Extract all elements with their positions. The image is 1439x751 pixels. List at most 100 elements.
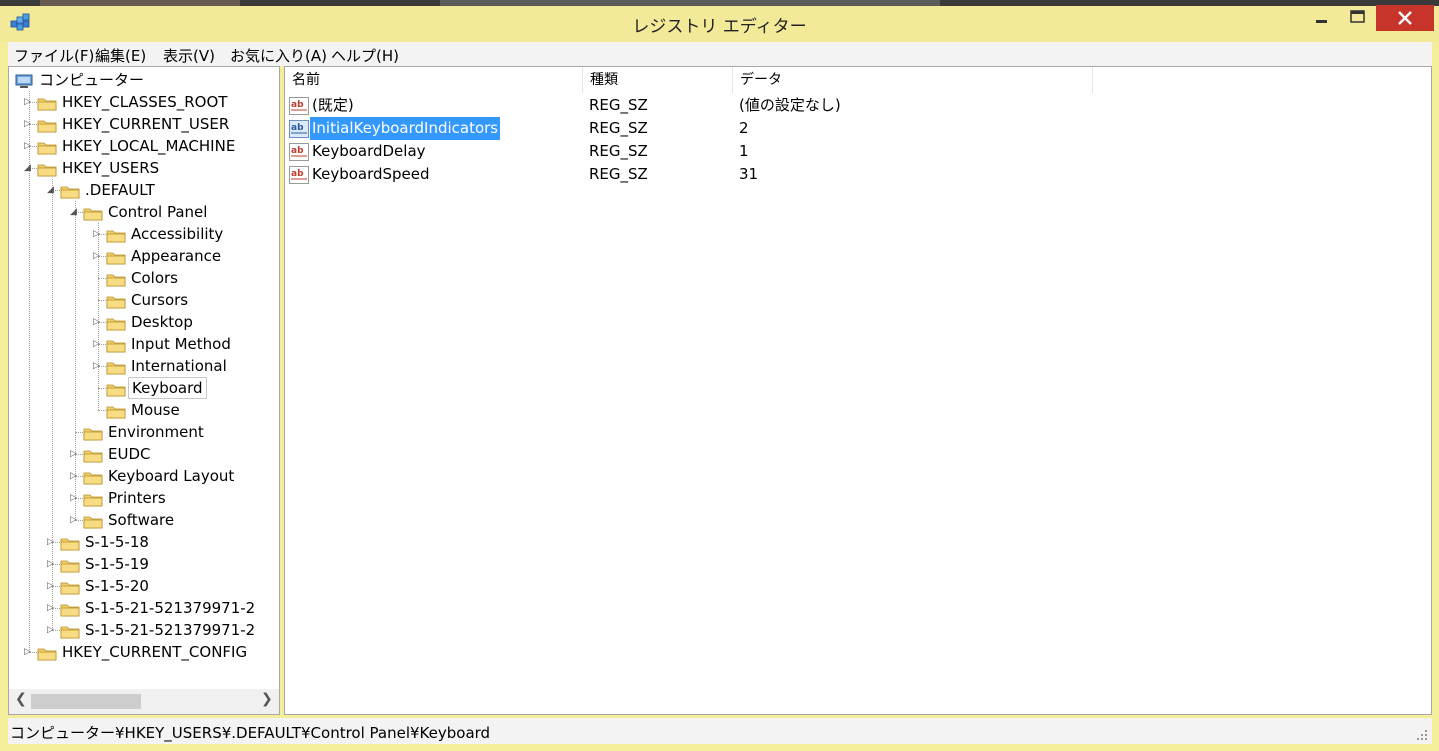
menu-bar: ファイル(F) 編集(E) 表示(V) お気に入り(A) ヘルプ(H) xyxy=(8,42,1432,66)
menu-favorites[interactable]: お気に入り(A) xyxy=(230,45,327,66)
collapsed-arrow-icon[interactable]: ▷ xyxy=(93,355,103,377)
menu-help[interactable]: ヘルプ(H) xyxy=(331,45,399,66)
collapsed-arrow-icon[interactable]: ▷ xyxy=(24,113,34,135)
value-type: REG_SZ xyxy=(589,165,648,183)
column-header-type[interactable]: 種類 xyxy=(583,67,733,93)
collapsed-arrow-icon[interactable]: ▷ xyxy=(47,597,57,619)
string-value-icon: ab xyxy=(289,120,309,138)
tree-node-label: Accessibility xyxy=(131,225,224,243)
key-tree-pane[interactable]: ◢ コンピューター ▷ HKEY_CLASSES_ROOT ▷ HKEY_CURRENT_… xyxy=(8,66,280,715)
menu-file[interactable]: ファイル(F) xyxy=(14,45,94,66)
menu-view[interactable]: 表示(V) xyxy=(163,45,215,66)
menu-edit[interactable]: 編集(E) xyxy=(95,45,146,66)
column-header-name[interactable]: 名前 xyxy=(285,67,583,93)
value-name: KeyboardSpeed xyxy=(312,165,430,183)
value-row[interactable]: ab (既定) REG_SZ (値の設定なし) xyxy=(285,94,1425,117)
value-row[interactable]: ab InitialKeyboardIndicators REG_SZ 2 xyxy=(285,117,1425,140)
collapsed-arrow-icon[interactable]: ▷ xyxy=(70,487,80,509)
close-button[interactable] xyxy=(1376,5,1434,31)
tree-node-label: Printers xyxy=(108,489,166,507)
folder-icon xyxy=(106,293,126,309)
scrollbar-thumb[interactable] xyxy=(31,694,141,709)
tree-node-label: HKEY_CURRENT_CONFIG xyxy=(62,643,248,661)
folder-icon xyxy=(83,491,103,507)
tree-node-label: Keyboard xyxy=(128,377,207,399)
tree-node-label: S-1-5-21-521379971-2 xyxy=(85,599,256,617)
background-window-strip xyxy=(0,0,1439,6)
collapsed-arrow-icon[interactable]: ▷ xyxy=(47,553,57,575)
tree-node-label: Input Method xyxy=(131,335,231,353)
value-row[interactable]: ab KeyboardDelay REG_SZ 1 xyxy=(285,140,1425,163)
folder-icon xyxy=(83,513,103,529)
folder-icon xyxy=(106,403,126,419)
collapsed-arrow-icon[interactable]: ▷ xyxy=(93,245,103,267)
tree-node-label: HKEY_CLASSES_ROOT xyxy=(62,93,228,111)
maximize-button[interactable] xyxy=(1340,5,1376,31)
value-data: 1 xyxy=(739,142,749,160)
window-title: レジストリ エディター xyxy=(632,17,807,37)
tree-node-label: HKEY_USERS xyxy=(62,159,160,177)
values-pane[interactable]: 名前 種類 データ ab (既定) REG_SZ (値の設定なし) ab InitialK… xyxy=(284,66,1432,715)
value-type: REG_SZ xyxy=(589,96,648,114)
expanded-arrow-icon[interactable]: ◢ xyxy=(24,157,34,179)
collapsed-arrow-icon[interactable]: ▷ xyxy=(47,575,57,597)
folder-icon xyxy=(60,557,80,573)
svg-text:ab: ab xyxy=(291,146,304,156)
background-window-blur xyxy=(40,0,240,6)
expanded-arrow-icon[interactable]: ◢ xyxy=(47,179,57,201)
value-data: 2 xyxy=(739,119,749,137)
horizontal-scrollbar[interactable]: ❮ ❯ xyxy=(9,689,279,714)
tree-node-label: Keyboard Layout xyxy=(108,467,235,485)
tree-node-label: .DEFAULT xyxy=(85,181,155,199)
value-name: InitialKeyboardIndicators xyxy=(310,117,501,140)
folder-icon xyxy=(37,645,57,661)
collapsed-arrow-icon[interactable]: ▷ xyxy=(47,531,57,553)
folder-icon xyxy=(83,469,103,485)
status-path: コンピューター¥HKEY_USERS¥.DEFAULT¥Control Pane… xyxy=(10,724,491,742)
folder-icon xyxy=(37,95,57,111)
collapsed-arrow-icon[interactable]: ▷ xyxy=(24,91,34,113)
tree-node-label: S-1-5-20 xyxy=(85,577,149,595)
tree-node-label: コンピューター xyxy=(39,71,145,89)
expanded-arrow-icon[interactable]: ◢ xyxy=(9,69,11,91)
expanded-arrow-icon[interactable]: ◢ xyxy=(70,201,80,223)
collapsed-arrow-icon[interactable]: ▷ xyxy=(93,311,103,333)
tree-node-label: Environment xyxy=(108,423,204,441)
tree-node-label: EUDC xyxy=(108,445,151,463)
resize-grip-icon[interactable] xyxy=(1416,729,1428,741)
svg-text:ab: ab xyxy=(291,169,304,179)
collapsed-arrow-icon[interactable]: ▷ xyxy=(24,641,34,663)
collapsed-arrow-icon[interactable]: ▷ xyxy=(70,509,80,531)
tree-node-label: S-1-5-21-521379971-2 xyxy=(85,621,256,639)
tree-node-label: Cursors xyxy=(131,291,189,309)
tree-node-label: HKEY_LOCAL_MACHINE xyxy=(62,137,236,155)
collapsed-arrow-icon[interactable]: ▷ xyxy=(93,333,103,355)
folder-icon xyxy=(106,315,126,331)
scroll-left-arrow-icon[interactable]: ❮ xyxy=(15,691,27,707)
minimize-button[interactable] xyxy=(1302,5,1342,31)
tree-node-label: S-1-5-19 xyxy=(85,555,149,573)
collapsed-arrow-icon[interactable]: ▷ xyxy=(70,465,80,487)
folder-icon xyxy=(60,601,80,617)
collapsed-arrow-icon[interactable]: ▷ xyxy=(24,135,34,157)
title-bar[interactable]: レジストリ エディター xyxy=(0,0,1439,42)
scroll-right-arrow-icon[interactable]: ❯ xyxy=(261,691,273,707)
folder-icon xyxy=(60,535,80,551)
svg-text:ab: ab xyxy=(291,123,304,133)
value-name: (既定) xyxy=(312,96,354,114)
collapsed-arrow-icon[interactable]: ▷ xyxy=(93,223,103,245)
folder-icon xyxy=(106,337,126,353)
collapsed-arrow-icon[interactable]: ▷ xyxy=(47,619,57,641)
tree-node-label: International xyxy=(131,357,227,375)
string-value-icon: ab xyxy=(289,166,309,184)
value-row[interactable]: ab KeyboardSpeed REG_SZ 31 xyxy=(285,163,1425,186)
folder-icon xyxy=(83,447,103,463)
tree-node-label: Control Panel xyxy=(108,203,208,221)
tree-node-label: S-1-5-18 xyxy=(85,533,149,551)
svg-text:ab: ab xyxy=(291,100,304,110)
folder-icon xyxy=(37,117,57,133)
column-header-data[interactable]: データ xyxy=(733,67,1093,93)
value-name: KeyboardDelay xyxy=(312,142,426,160)
string-value-icon: ab xyxy=(289,97,309,115)
collapsed-arrow-icon[interactable]: ▷ xyxy=(70,443,80,465)
